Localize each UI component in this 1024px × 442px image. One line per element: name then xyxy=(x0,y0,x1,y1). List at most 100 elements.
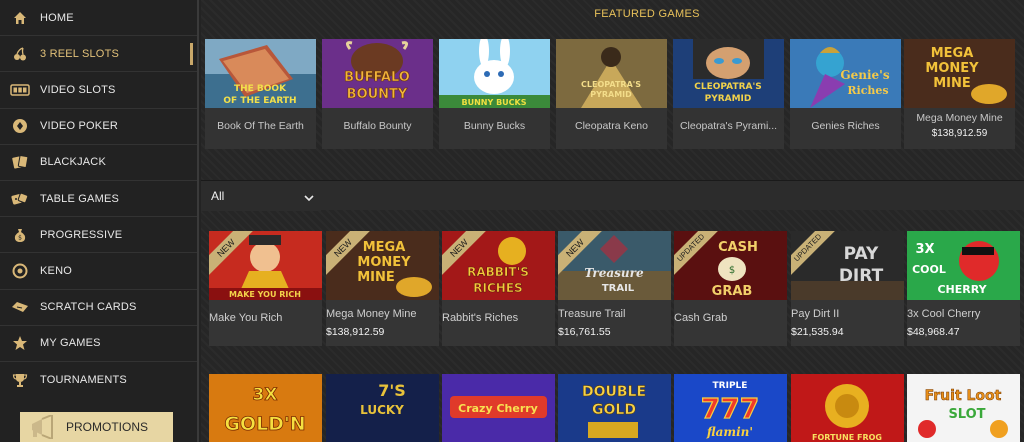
sidebar-item-video-slots[interactable]: VIDEO SLOTS xyxy=(0,72,197,109)
game-name: Buffalo Bounty xyxy=(343,120,412,132)
game-card[interactable]: FORTUNE FROG xyxy=(791,374,904,442)
svg-text:CASH: CASH xyxy=(718,240,758,255)
svg-text:COOL: COOL xyxy=(912,263,946,276)
sidebar-item-label: BLACKJACK xyxy=(40,156,106,169)
game-name: Genies Riches xyxy=(811,120,880,132)
game-card[interactable]: CASH $ GRAB UPDATED Cash Grab xyxy=(674,231,787,346)
svg-text:OF THE EARTH: OF THE EARTH xyxy=(223,96,296,106)
game-thumbnail: Genie's Riches xyxy=(790,39,901,108)
home-icon xyxy=(0,10,40,26)
sidebar-item-label: SCRATCH CARDS xyxy=(40,301,137,314)
sidebar-item-label: VIDEO POKER xyxy=(40,120,118,133)
featured-game-card[interactable]: BUFFALO BOUNTY Buffalo Bounty xyxy=(322,39,433,149)
jackpot-amount: $21,535.94 xyxy=(791,326,844,338)
game-card[interactable]: LUCKY 7'S xyxy=(326,374,439,442)
cards-icon xyxy=(0,154,40,170)
svg-text:$: $ xyxy=(18,234,22,241)
cherries-icon xyxy=(0,46,40,62)
featured-game-card[interactable]: CLEOPATRA'S PYRAMID Cleopatra's Pyrami..… xyxy=(673,39,784,149)
svg-text:GOLD: GOLD xyxy=(592,402,636,418)
svg-text:CHERRY: CHERRY xyxy=(937,283,987,296)
svg-text:$: $ xyxy=(729,265,735,276)
casino-lobby: HOME 3 REEL SLOTS VIDEO SLOTS VIDEO POKE… xyxy=(0,0,1024,442)
game-name: Treasure Trail xyxy=(558,308,626,320)
svg-text:CLEOPATRA'S: CLEOPATRA'S xyxy=(694,82,761,92)
sidebar-item-scratch-cards[interactable]: SCRATCH CARDS xyxy=(0,290,197,326)
svg-text:MEGA: MEGA xyxy=(931,46,974,61)
svg-text:CLEOPATRA'S: CLEOPATRA'S xyxy=(581,80,641,89)
game-card[interactable]: MEGA MONEY MINE NEW Mega Money Mine $138… xyxy=(326,231,439,346)
badge-ribbon: NEW xyxy=(209,231,253,275)
svg-text:DIRT: DIRT xyxy=(839,266,884,286)
featured-game-card[interactable]: Genie's Riches Genies Riches xyxy=(790,39,901,149)
jackpot-amount: $48,968.47 xyxy=(907,326,960,338)
main-content: FEATURED GAMES THE BOOK OF THE EARTH Boo… xyxy=(201,0,1024,442)
game-card[interactable]: TRIPLE 777 flamin' xyxy=(674,374,787,442)
scratch-card-icon xyxy=(0,300,40,314)
svg-text:Fruit Loot: Fruit Loot xyxy=(925,388,1002,404)
promotions-label: PROMOTIONS xyxy=(66,420,149,434)
svg-text:BOUNTY: BOUNTY xyxy=(347,87,408,102)
sidebar-item-tournaments[interactable]: TOURNAMENTS xyxy=(0,362,197,398)
svg-text:PAY: PAY xyxy=(844,244,879,264)
featured-game-card[interactable]: MEGA MONEY MINE Mega Money Mine $138,912… xyxy=(904,39,1015,149)
game-card[interactable]: DOUBLE GOLD xyxy=(558,374,671,442)
game-name: Make You Rich xyxy=(209,312,283,324)
game-name: Bunny Bucks xyxy=(463,120,526,132)
game-thumbnail: THE BOOK OF THE EARTH xyxy=(205,39,316,108)
badge-ribbon: UPDATED xyxy=(674,231,718,275)
featured-game-card[interactable]: THE BOOK OF THE EARTH Book Of The Earth xyxy=(205,39,316,149)
game-card[interactable]: 3X GOLD'N xyxy=(209,374,322,442)
game-thumbnail: Crazy Cherry xyxy=(442,374,555,442)
svg-text:GOLD'N: GOLD'N xyxy=(224,413,305,435)
svg-text:FORTUNE FROG: FORTUNE FROG xyxy=(812,433,882,442)
jackpot-amount: $138,912.59 xyxy=(326,326,385,338)
game-card[interactable]: 3X COOL CHERRY 3x Cool Cherry $48,968.47 xyxy=(907,231,1020,346)
game-name: Mega Money Mine xyxy=(326,308,417,320)
sidebar-item-label: KENO xyxy=(40,264,72,277)
sidebar-item-blackjack[interactable]: BLACKJACK xyxy=(0,145,197,181)
sidebar-item-home[interactable]: HOME xyxy=(0,0,197,37)
category-filter-dropdown[interactable]: All xyxy=(201,181,321,211)
sidebar-item-video-poker[interactable]: VIDEO POKER xyxy=(0,109,197,145)
game-card[interactable]: Crazy Cherry xyxy=(442,374,555,442)
promotions-button[interactable]: PROMOTIONS xyxy=(20,412,173,442)
filter-bar: All xyxy=(201,180,1024,211)
game-thumbnail: 3X COOL CHERRY xyxy=(907,231,1020,300)
game-name: Pay Dirt II xyxy=(791,308,840,320)
game-thumbnail: MEGA MONEY MINE NEW xyxy=(326,231,439,300)
game-thumbnail: MAKE YOU RICH NEW xyxy=(209,231,322,300)
game-name: Cash Grab xyxy=(674,312,728,324)
money-bag-icon: $ xyxy=(0,227,40,243)
game-thumbnail: CLEOPATRA'S PYRAMID xyxy=(673,39,784,108)
sidebar-item-3-reel-slots[interactable]: 3 REEL SLOTS xyxy=(0,36,197,73)
game-thumbnail: CLEOPATRA'S PYRAMID xyxy=(556,39,667,108)
game-thumbnail: PAY DIRT UPDATED xyxy=(791,231,904,300)
badge-ribbon: UPDATED xyxy=(791,231,835,275)
game-thumbnail: BUFFALO BOUNTY xyxy=(322,39,433,108)
game-thumbnail: Treasure TRAIL NEW xyxy=(558,231,671,300)
badge-ribbon: NEW xyxy=(442,231,486,275)
game-card[interactable]: MAKE YOU RICH NEW Make You Rich xyxy=(209,231,322,346)
svg-text:SLOT: SLOT xyxy=(948,407,985,422)
svg-text:3X: 3X xyxy=(253,385,278,405)
game-thumbnail: CASH $ GRAB UPDATED xyxy=(674,231,787,300)
sidebar-item-table-games[interactable]: TABLE GAMES xyxy=(0,181,197,218)
game-card[interactable]: RABBIT'S RICHES NEW Rabbit's Riches xyxy=(442,231,555,346)
svg-text:BUFFALO: BUFFALO xyxy=(344,70,410,85)
svg-text:TRAIL: TRAIL xyxy=(602,283,635,294)
svg-text:PYRAMID: PYRAMID xyxy=(705,94,752,104)
svg-text:3X: 3X xyxy=(915,242,934,257)
sidebar-item-progressive[interactable]: $ PROGRESSIVE xyxy=(0,217,197,254)
game-card[interactable]: Fruit Loot SLOT xyxy=(907,374,1020,442)
svg-text:777: 777 xyxy=(701,392,759,425)
sidebar-item-keno[interactable]: KENO xyxy=(0,253,197,290)
sidebar-item-my-games[interactable]: MY GAMES xyxy=(0,326,197,362)
featured-game-card[interactable]: BUNNY BUCKS Bunny Bucks xyxy=(439,39,550,149)
game-card[interactable]: Treasure TRAIL NEW Treasure Trail $16,76… xyxy=(558,231,671,346)
game-card[interactable]: PAY DIRT UPDATED Pay Dirt II $21,535.94 xyxy=(791,231,904,346)
game-thumbnail: RABBIT'S RICHES NEW xyxy=(442,231,555,300)
slot-reels-icon xyxy=(0,83,40,97)
svg-text:Genie's: Genie's xyxy=(840,68,889,82)
featured-game-card[interactable]: CLEOPATRA'S PYRAMID Cleopatra Keno xyxy=(556,39,667,149)
